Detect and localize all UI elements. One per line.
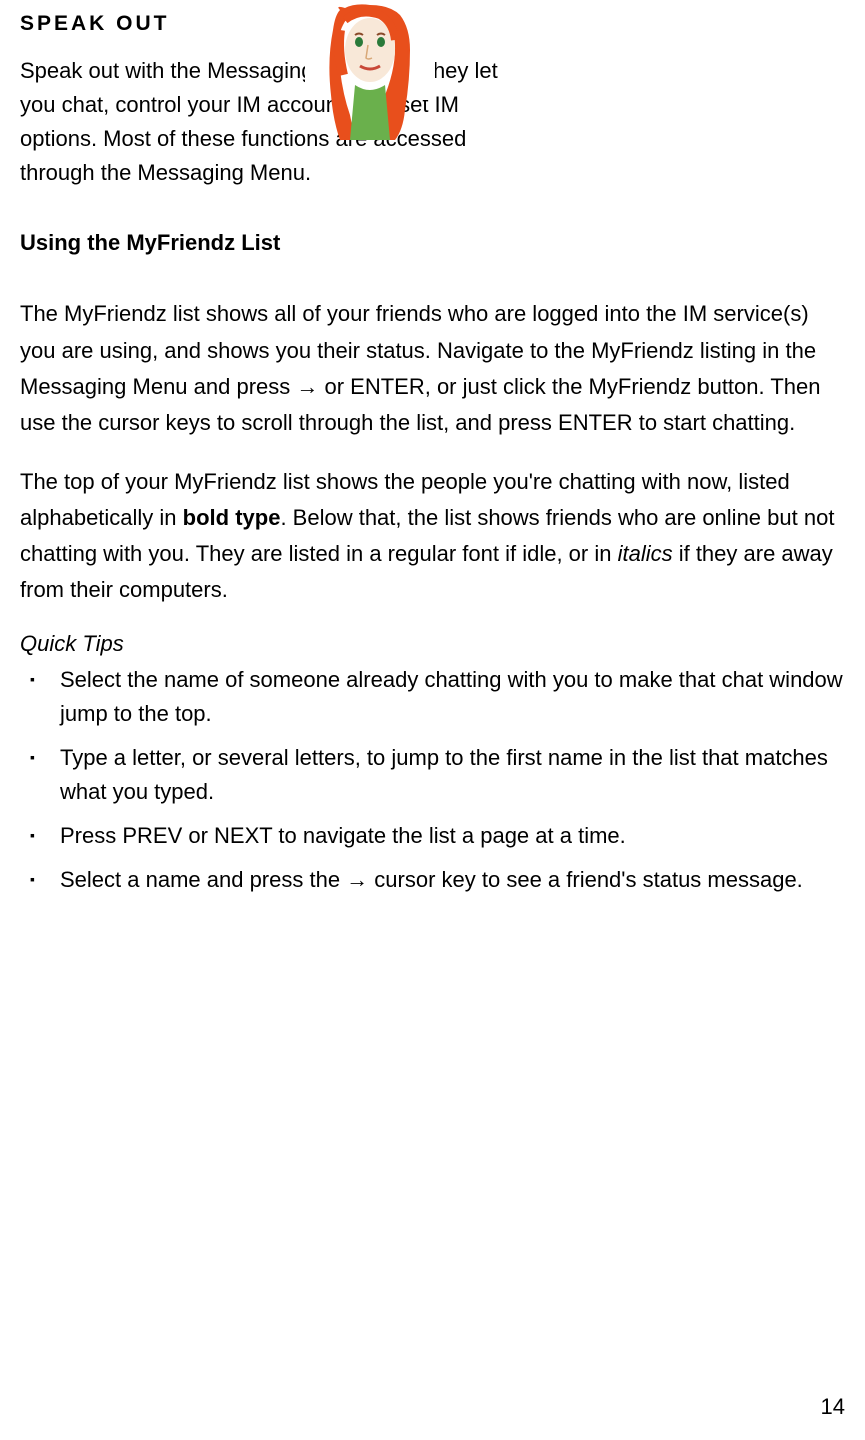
page-number: 14 <box>821 1394 845 1420</box>
paragraph-1: The MyFriendz list shows all of your fri… <box>20 296 845 441</box>
last-item-part1: Select a name and press the <box>60 867 346 892</box>
list-item: Select the name of someone already chatt… <box>20 663 845 731</box>
section-heading: Using the MyFriendz List <box>20 230 845 256</box>
para2-bold: bold type <box>183 505 281 530</box>
paragraph-2: The top of your MyFriendz list shows the… <box>20 464 845 609</box>
avatar-image <box>305 0 435 145</box>
list-item: Select a name and press the → cursor key… <box>20 863 845 897</box>
tips-list: Select the name of someone already chatt… <box>20 663 845 898</box>
arrow-icon: → <box>296 374 318 399</box>
last-item-part2: cursor key to see a friend's status mess… <box>368 867 803 892</box>
quick-tips-label: Quick Tips <box>20 631 845 657</box>
arrow-icon: → <box>346 867 368 892</box>
para2-italic: italics <box>618 541 673 566</box>
list-item: Type a letter, or several letters, to ju… <box>20 741 845 809</box>
list-item: Press PREV or NEXT to navigate the list … <box>20 819 845 853</box>
